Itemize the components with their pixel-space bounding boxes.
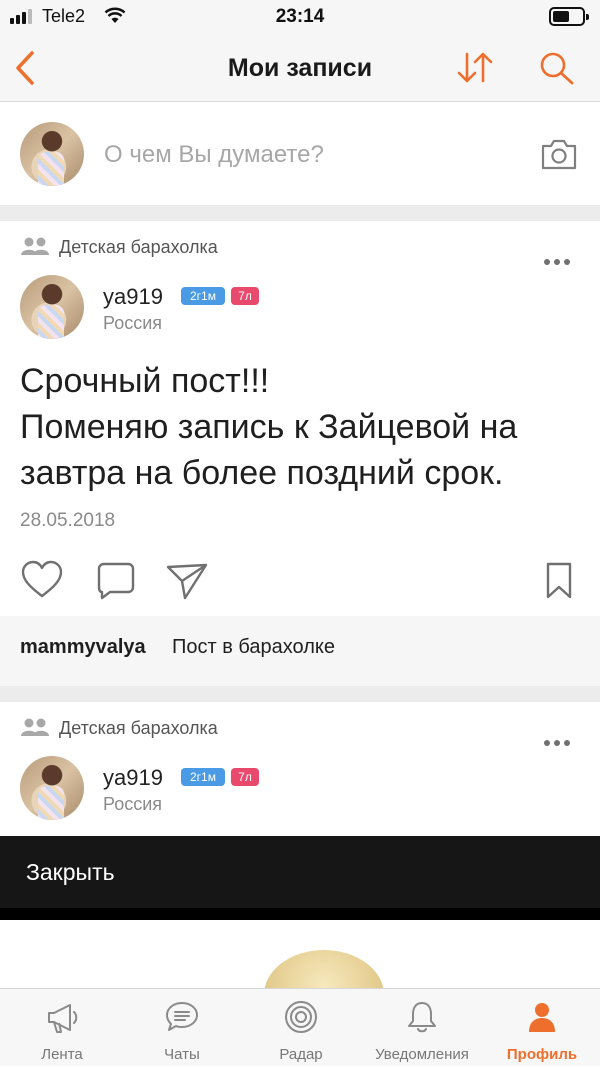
tab-label: Лента bbox=[41, 1046, 83, 1063]
post-date: 28.05.2018 bbox=[20, 510, 116, 531]
tab-bar: Лента Чаты Радар Уведомления Профиль bbox=[0, 988, 600, 1066]
comment-author[interactable]: mammyvalya bbox=[20, 636, 146, 659]
author-country: Россия bbox=[103, 794, 163, 814]
close-button[interactable]: Закрыть bbox=[26, 859, 115, 886]
post-text-line: Срочный пост!!! bbox=[20, 362, 270, 400]
megaphone-icon bbox=[48, 1004, 78, 1033]
group-icon bbox=[21, 718, 49, 736]
tab-label: Уведомления bbox=[375, 1046, 469, 1063]
overlay-edge bbox=[0, 908, 600, 920]
more-options-icon[interactable] bbox=[544, 740, 574, 748]
user-avatar[interactable] bbox=[20, 122, 84, 186]
section-divider bbox=[0, 686, 600, 702]
post-text-line: Поменяю запись к Зайцевой на bbox=[20, 408, 518, 446]
child-age-badge-secondary: 7л bbox=[231, 768, 259, 786]
comment-preview[interactable]: mammyvalya Пост в барахолке bbox=[0, 616, 600, 686]
battery-icon bbox=[549, 7, 589, 26]
tab-chats[interactable]: Чаты bbox=[122, 989, 242, 1067]
like-heart-icon[interactable] bbox=[20, 560, 64, 600]
page-title: Мои записи bbox=[227, 54, 373, 82]
group-icon bbox=[21, 237, 49, 255]
group-name[interactable]: Детская барахолка bbox=[59, 237, 218, 258]
comment-text: Пост в барахолке bbox=[172, 636, 335, 658]
photo-blonde-hair bbox=[264, 950, 384, 990]
post-image-preview[interactable] bbox=[0, 920, 600, 990]
child-age-badge-secondary: 7л bbox=[231, 287, 259, 305]
radar-icon bbox=[285, 1001, 317, 1033]
tab-label: Чаты bbox=[164, 1046, 200, 1063]
search-icon[interactable] bbox=[538, 50, 576, 86]
more-options-icon[interactable] bbox=[544, 259, 574, 267]
author-username[interactable]: ya919 bbox=[103, 765, 163, 791]
author-avatar[interactable] bbox=[20, 275, 84, 339]
sort-icon[interactable] bbox=[456, 50, 494, 86]
post-text-line: завтра на более поздний срок. bbox=[20, 454, 504, 492]
post-composer[interactable]: О чем Вы думаете? bbox=[0, 103, 600, 205]
navigation-bar: Мои записи bbox=[0, 34, 600, 102]
composer-placeholder[interactable]: О чем Вы думаете? bbox=[104, 141, 324, 169]
tab-notifications[interactable]: Уведомления bbox=[362, 989, 482, 1067]
status-time: 23:14 bbox=[275, 6, 325, 27]
tab-label: Радар bbox=[279, 1046, 323, 1063]
share-send-icon[interactable] bbox=[165, 561, 209, 601]
bell-icon bbox=[408, 1002, 436, 1033]
chat-icon bbox=[166, 1002, 198, 1031]
close-bar[interactable]: Закрыть bbox=[0, 836, 600, 908]
tab-profile[interactable]: Профиль bbox=[482, 989, 600, 1067]
camera-icon[interactable] bbox=[540, 137, 578, 171]
comment-bubble-icon[interactable] bbox=[96, 561, 136, 601]
status-bar: Tele2 23:14 bbox=[0, 0, 600, 34]
tab-feed[interactable]: Лента bbox=[2, 989, 122, 1067]
group-name[interactable]: Детская барахолка bbox=[59, 718, 218, 739]
bookmark-icon[interactable] bbox=[544, 561, 574, 601]
section-divider bbox=[0, 205, 600, 221]
author-country: Россия bbox=[103, 313, 163, 333]
tab-label: Профиль bbox=[506, 1046, 578, 1063]
post-text: Срочный пост!!! Поменяю запись к Зайцево… bbox=[20, 358, 580, 496]
author-username[interactable]: ya919 bbox=[103, 284, 163, 310]
author-avatar[interactable] bbox=[20, 756, 84, 820]
person-icon bbox=[529, 1003, 555, 1032]
tab-radar[interactable]: Радар bbox=[241, 989, 361, 1067]
child-age-badge: 2г1м bbox=[181, 768, 225, 786]
child-age-badge: 2г1м bbox=[181, 287, 225, 305]
